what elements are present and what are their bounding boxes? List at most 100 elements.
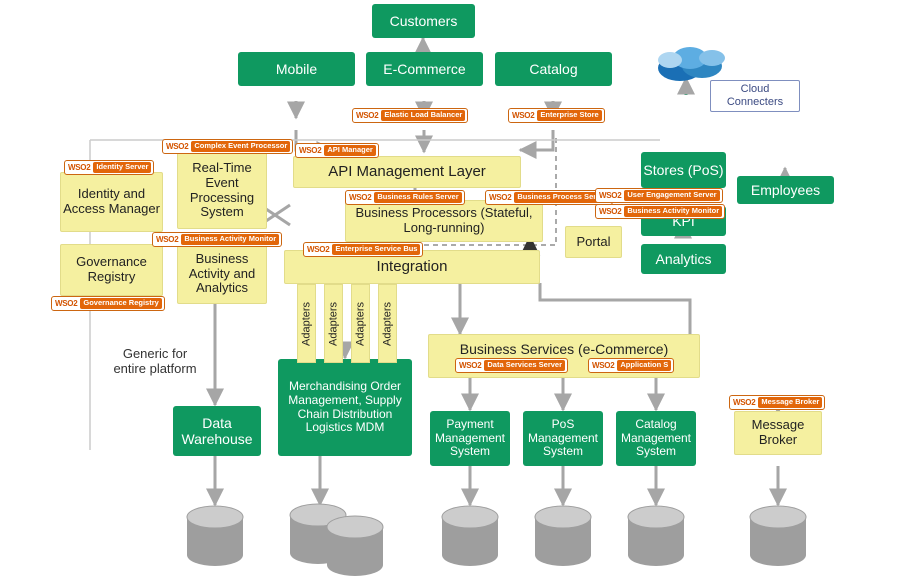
badge-enterprise-store[interactable]: WSO2 Enterprise Store xyxy=(508,108,605,123)
adapter-label: Adapters xyxy=(354,301,367,346)
wso2-logo-icon: WSO2 xyxy=(459,360,482,370)
node-catalog-management-system[interactable]: Catalog Management System xyxy=(616,411,696,466)
cloud-connecters-box[interactable]: Cloud Connecters xyxy=(710,80,800,112)
badge-data-services-server[interactable]: WSO2 Data Services Server xyxy=(455,358,568,373)
database-cylinder-1 xyxy=(186,505,244,566)
badge-governance-registry[interactable]: WSO2 Governance Registry xyxy=(51,296,165,311)
badge-label: Business Activity Monitor xyxy=(181,234,280,245)
badge-label: Enterprise Service Bus xyxy=(332,244,421,255)
wso2-logo-icon: WSO2 xyxy=(55,298,78,308)
node-ecommerce[interactable]: E-Commerce xyxy=(366,52,483,86)
node-label: Catalog Management System xyxy=(620,416,692,459)
badge-business-activity-monitor-left[interactable]: WSO2 Business Activity Monitor xyxy=(152,232,283,247)
badge-label: User Engagement Server xyxy=(624,190,720,201)
node-payment-management-system[interactable]: Payment Management System xyxy=(430,411,510,466)
badge-message-broker[interactable]: WSO2 Message Broker xyxy=(729,395,826,410)
database-cylinder-5 xyxy=(534,505,592,566)
wso2-logo-icon: WSO2 xyxy=(599,190,622,200)
database-cylinder-3 xyxy=(326,515,384,576)
badge-complex-event-processor[interactable]: WSO2 Complex Event Processor xyxy=(162,139,294,154)
wso2-logo-icon: WSO2 xyxy=(307,244,330,254)
wso2-logo-icon: WSO2 xyxy=(733,397,756,407)
badge-label: Identity Server xyxy=(93,162,152,173)
badge-label: Business Rules Server xyxy=(374,192,462,203)
badge-identity-server[interactable]: WSO2 Identity Server xyxy=(64,160,155,175)
badge-enterprise-service-bus[interactable]: WSO2 Enterprise Service Bus xyxy=(303,242,424,257)
node-stores-pos[interactable]: Stores (PoS) xyxy=(641,152,726,188)
badge-label: Message Broker xyxy=(758,397,823,408)
adapter-label: Adapters xyxy=(381,301,394,346)
badge-label: API Manager xyxy=(324,145,376,156)
node-label: Business Services (e-Commerce) xyxy=(459,341,669,357)
badge-business-activity-monitor-right[interactable]: WSO2 Business Activity Monitor xyxy=(595,204,726,219)
node-label: Portal xyxy=(576,233,611,249)
database-cylinder-4 xyxy=(441,505,499,566)
node-portal[interactable]: Portal xyxy=(565,226,622,258)
adapter-4[interactable]: Adapters xyxy=(378,284,397,363)
badge-label: Business Activity Monitor xyxy=(624,206,723,217)
wso2-logo-icon: WSO2 xyxy=(349,192,372,202)
badge-application-server[interactable]: WSO2 Application S xyxy=(588,358,675,373)
node-analytics[interactable]: Analytics xyxy=(641,244,726,274)
node-real-time-event-processing-system[interactable]: Real-Time Event Processing System xyxy=(177,152,267,229)
node-catalog[interactable]: Catalog xyxy=(495,52,612,86)
wso2-logo-icon: WSO2 xyxy=(68,162,91,172)
badge-business-rules-server[interactable]: WSO2 Business Rules Server xyxy=(345,190,465,205)
wso2-logo-icon: WSO2 xyxy=(512,110,535,120)
node-governance-registry[interactable]: Governance Registry xyxy=(60,244,163,296)
side-note-label: Generic for entire platform xyxy=(113,346,197,376)
node-pos-management-system[interactable]: PoS Management System xyxy=(523,411,603,466)
node-business-processors[interactable]: Business Processors (Stateful, Long-runn… xyxy=(345,200,543,242)
wso2-logo-icon: WSO2 xyxy=(299,145,322,155)
wso2-logo-icon: WSO2 xyxy=(592,360,615,370)
wso2-logo-icon: WSO2 xyxy=(599,206,622,216)
node-mobile[interactable]: Mobile xyxy=(238,52,355,86)
badge-label: Enterprise Store xyxy=(537,110,602,121)
database-cylinder-6 xyxy=(627,505,685,566)
node-label: Business Processors (Stateful, Long-runn… xyxy=(355,205,533,235)
badge-api-manager[interactable]: WSO2 API Manager xyxy=(295,143,379,158)
badge-label: Data Services Server xyxy=(484,360,565,371)
node-customers[interactable]: Customers xyxy=(372,4,475,38)
adapter-1[interactable]: Adapters xyxy=(297,284,316,363)
node-label: PoS Management System xyxy=(527,416,599,459)
node-label: Integration xyxy=(376,258,448,276)
node-label: Mobile xyxy=(275,60,318,77)
node-employees[interactable]: Employees xyxy=(737,176,834,204)
badge-label: Elastic Load Balancer xyxy=(381,110,466,121)
node-label: Real-Time Event Processing System xyxy=(189,159,255,220)
badge-label: Application S xyxy=(617,360,672,371)
wso2-logo-icon: WSO2 xyxy=(166,141,189,151)
node-message-broker[interactable]: Message Broker xyxy=(734,411,822,455)
node-label: Employees xyxy=(750,181,821,198)
side-note-generic-for-entire-platform: Generic for entire platform xyxy=(110,342,200,382)
badge-elastic-load-balancer[interactable]: WSO2 Elastic Load Balancer xyxy=(352,108,469,123)
node-label: Payment Management System xyxy=(434,416,506,459)
badge-user-engagement-server[interactable]: WSO2 User Engagement Server xyxy=(595,188,723,203)
adapter-2[interactable]: Adapters xyxy=(324,284,343,363)
node-label: Analytics xyxy=(655,250,712,267)
node-label: E-Commerce xyxy=(383,60,466,77)
badge-label: Complex Event Processor xyxy=(191,141,291,152)
node-label: Catalog xyxy=(529,60,578,77)
node-label: Governance Registry xyxy=(76,254,147,284)
node-api-management-layer[interactable]: API Management Layer xyxy=(293,156,521,188)
adapter-label: Adapters xyxy=(327,301,340,346)
wso2-logo-icon: WSO2 xyxy=(156,234,179,244)
database-cylinder-7 xyxy=(749,505,807,566)
adapter-3[interactable]: Adapters xyxy=(351,284,370,363)
badge-label: Governance Registry xyxy=(80,298,162,309)
node-data-warehouse[interactable]: Data Warehouse xyxy=(173,406,261,456)
node-merchandising[interactable]: Merchandising Order Management, Supply C… xyxy=(278,359,412,456)
node-label: Identity and Access Manager xyxy=(63,186,160,216)
node-label: Customers xyxy=(389,12,458,29)
node-label: API Management Layer xyxy=(328,163,486,181)
node-label: Business Activity and Analytics xyxy=(188,250,256,296)
node-label: Data Warehouse xyxy=(181,414,253,447)
cloud-connecters-label: Cloud Connecters xyxy=(726,83,784,108)
wso2-logo-icon: WSO2 xyxy=(489,192,512,202)
adapter-label: Adapters xyxy=(300,301,313,346)
node-identity-and-access-manager[interactable]: Identity and Access Manager xyxy=(60,172,163,232)
wso2-logo-icon: WSO2 xyxy=(356,110,379,120)
node-business-activity-and-analytics[interactable]: Business Activity and Analytics xyxy=(177,244,267,304)
